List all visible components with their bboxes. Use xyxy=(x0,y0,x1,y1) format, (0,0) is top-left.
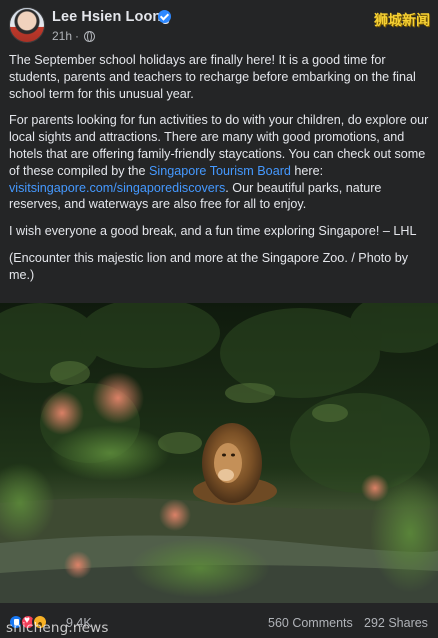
paragraph-2-text-b: here: xyxy=(290,163,324,178)
post-body: The September school holidays are finall… xyxy=(9,52,433,294)
watermark-top: 狮城新闻 xyxy=(374,13,430,29)
author-name[interactable]: Lee Hsien Loong xyxy=(52,9,170,25)
post-paragraph-4: (Encounter this majestic lion and more a… xyxy=(9,250,409,282)
verified-badge-icon xyxy=(158,10,171,23)
lion-photo-image xyxy=(0,303,438,603)
comments-count[interactable]: 560 Comments xyxy=(268,616,353,630)
post-paragraph-3: I wish everyone a good break, and a fun … xyxy=(9,224,417,239)
lion-photo[interactable] xyxy=(0,303,438,603)
separator-dot: · xyxy=(75,29,80,43)
globe-icon[interactable] xyxy=(84,30,96,42)
visitsingapore-link[interactable]: visitsingapore.com/singaporediscovers xyxy=(9,181,225,195)
author-avatar[interactable] xyxy=(9,7,45,43)
shares-count[interactable]: 292 Shares xyxy=(364,616,428,630)
stb-page-link[interactable]: Singapore Tourism Board xyxy=(149,164,291,178)
post-paragraph-1: The September school holidays are finall… xyxy=(9,53,416,101)
post-header: Lee Hsien Loong 21h · 狮城新闻 xyxy=(0,0,438,50)
post-time[interactable]: 21h xyxy=(52,29,72,43)
watermark-bottom: shicheng.news xyxy=(6,620,109,636)
post-footer: 9.4K 560 Comments 292 Shares shicheng.ne… xyxy=(0,603,438,638)
post-paragraph-2: For parents looking for fun activities t… xyxy=(9,112,433,213)
post-meta: 21h · xyxy=(52,29,96,43)
